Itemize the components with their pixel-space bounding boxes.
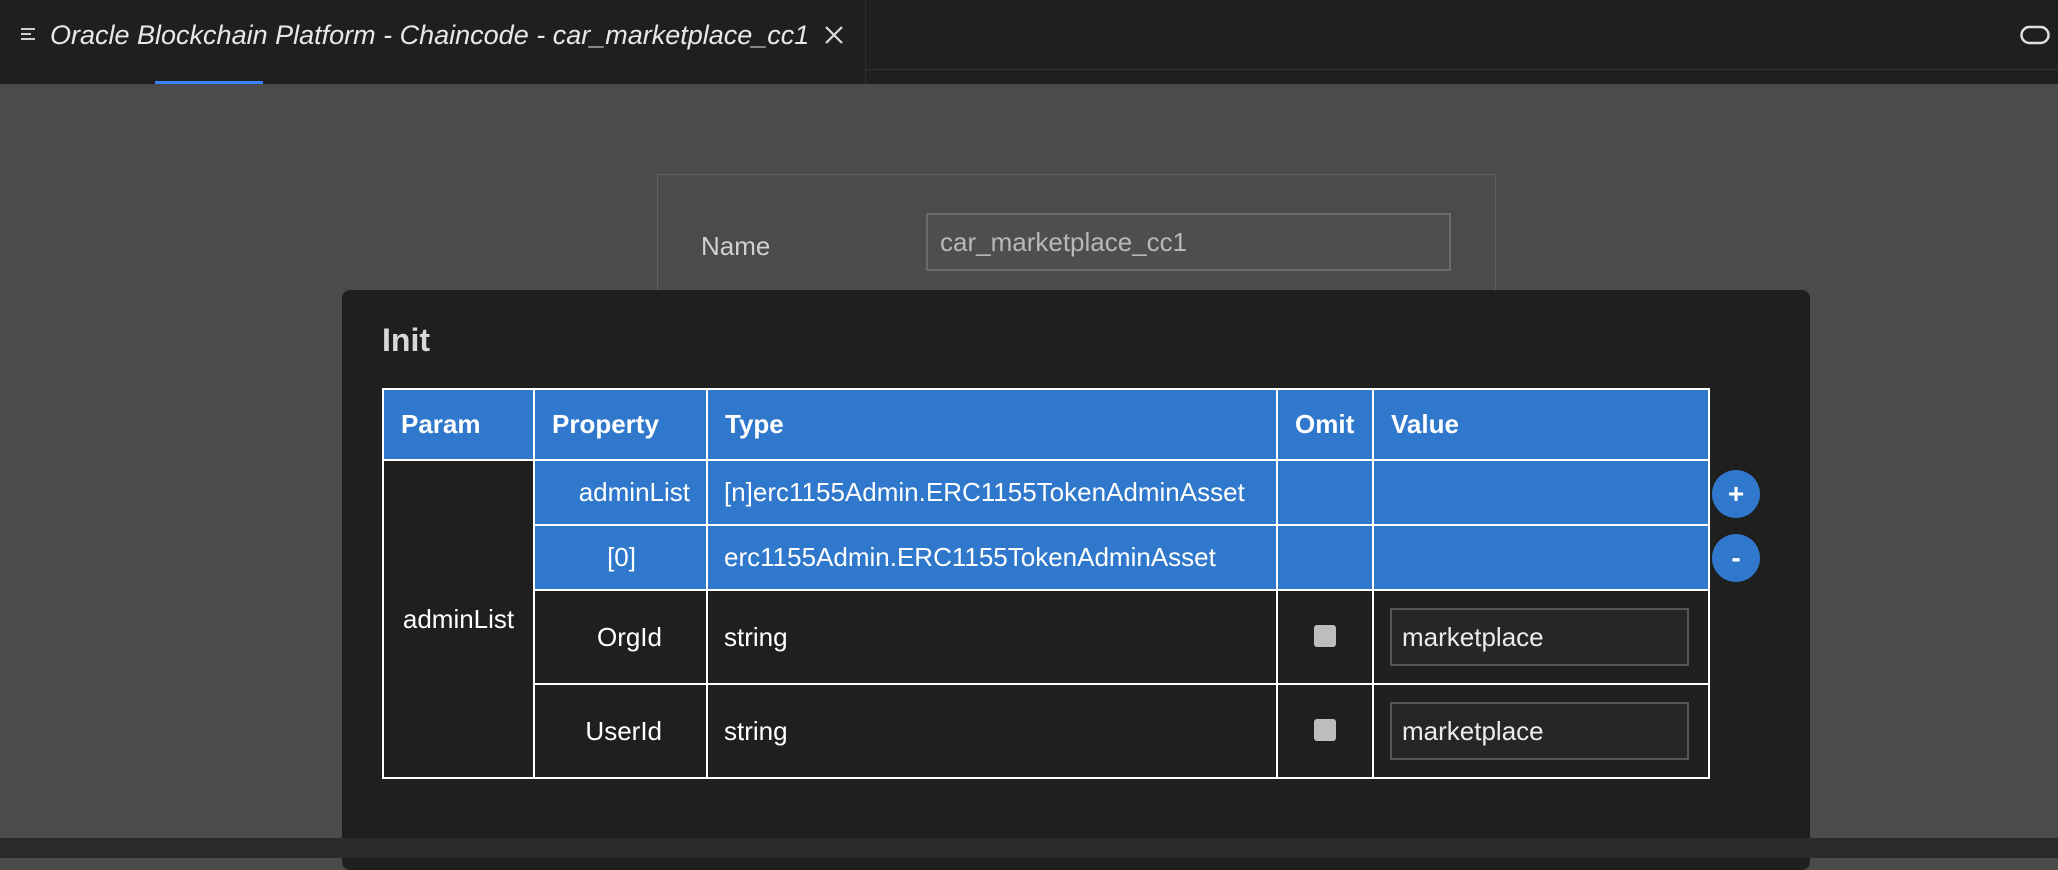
property-cell: adminList [533, 459, 708, 526]
remove-item-button[interactable]: - [1712, 534, 1760, 582]
orgid-value-input[interactable] [1390, 608, 1689, 666]
type-cell: string [706, 589, 1278, 685]
omit-checkbox[interactable] [1314, 718, 1336, 741]
init-dialog: Init Param Property Type Omit Value admi… [342, 290, 1810, 870]
table-row: OrgId string [383, 589, 1710, 685]
table-row: adminList adminList [n]erc1155Admin.ERC1… [382, 459, 1710, 779]
column-header-value: Value [1372, 388, 1710, 461]
add-item-button[interactable]: + [1712, 470, 1760, 518]
editor-tab[interactable]: Oracle Blockchain Platform - Chaincode -… [0, 0, 866, 84]
column-header-property: Property [533, 388, 708, 461]
property-cell: UserId [533, 683, 708, 779]
active-tab-indicator [155, 81, 263, 84]
tabbar-divider [865, 69, 2058, 70]
name-field[interactable] [926, 213, 1451, 271]
type-cell: [n]erc1155Admin.ERC1155TokenAdminAsset [706, 459, 1278, 526]
menu-lines-icon [21, 28, 35, 40]
property-cell: OrgId [533, 589, 708, 685]
close-icon[interactable] [823, 24, 845, 46]
omit-cell [1276, 524, 1374, 591]
bottom-status-bar [0, 838, 2058, 858]
value-cell [1372, 589, 1710, 685]
property-cell: [0] [533, 524, 708, 591]
type-cell: string [706, 683, 1278, 779]
column-header-param: Param [382, 388, 535, 461]
tab-bar: Oracle Blockchain Platform - Chaincode -… [0, 0, 2058, 84]
name-label: Name [701, 231, 771, 261]
init-params-table: Param Property Type Omit Value adminList… [382, 388, 1710, 779]
column-header-omit: Omit [1276, 388, 1374, 461]
value-cell [1372, 683, 1710, 779]
dialog-title: Init [382, 322, 430, 358]
omit-cell [1276, 589, 1374, 685]
table-row: [0] erc1155Admin.ERC1155TokenAdminAsset [383, 524, 1710, 591]
table-header-row: Param Property Type Omit Value [382, 388, 1710, 461]
userid-value-input[interactable] [1390, 702, 1689, 760]
tab-title: Oracle Blockchain Platform - Chaincode -… [50, 20, 810, 50]
value-cell [1372, 524, 1710, 591]
layout-toggle-icon[interactable] [2020, 25, 2050, 45]
column-header-type: Type [706, 388, 1278, 461]
table-row: UserId string [383, 683, 1710, 779]
omit-checkbox[interactable] [1314, 624, 1336, 647]
type-cell: erc1155Admin.ERC1155TokenAdminAsset [706, 524, 1278, 591]
omit-cell [1276, 683, 1374, 779]
omit-cell [1276, 459, 1374, 526]
value-cell [1372, 459, 1710, 526]
param-name-cell: adminList [382, 459, 535, 779]
